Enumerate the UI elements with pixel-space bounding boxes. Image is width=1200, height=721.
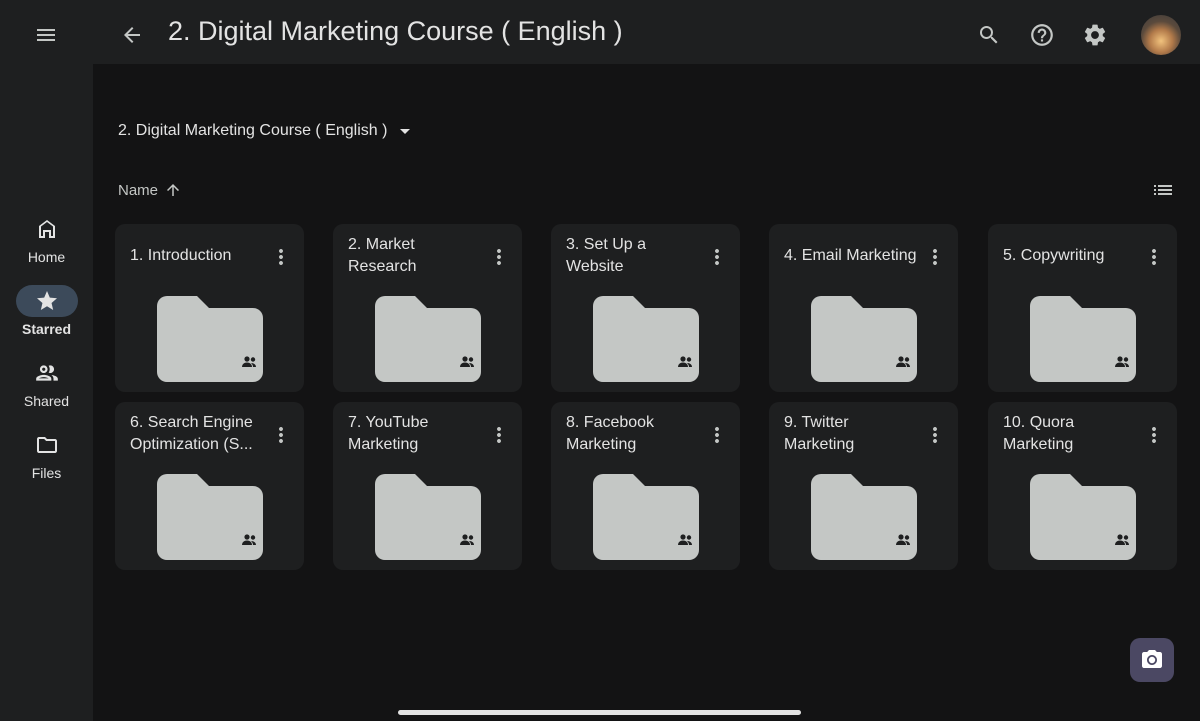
dropdown-arrow-icon — [400, 129, 411, 134]
more-vert-icon[interactable] — [702, 422, 732, 448]
settings-icon[interactable] — [1075, 15, 1115, 55]
folder-name-wrap: 6. Search Engine Optimization (S... — [130, 412, 265, 456]
more-vert-icon[interactable] — [484, 244, 514, 270]
page-title: 2. Digital Marketing Course ( English ) — [168, 16, 623, 46]
folder-name: 1. Introduction — [130, 247, 232, 264]
folder-name-wrap: 7. YouTube Marketing — [348, 412, 483, 456]
folder-card[interactable]: 9. Twitter Marketing — [769, 402, 958, 570]
folder-name-wrap: 2. Market Research — [348, 234, 483, 278]
star-icon — [15, 285, 78, 317]
camera-icon — [1142, 650, 1162, 668]
more-vert-icon[interactable] — [920, 422, 950, 448]
folder-name: 6. Search Engine Optimization (S... — [130, 414, 253, 453]
shared-folder-icon — [811, 296, 917, 382]
more-vert-icon[interactable] — [702, 244, 732, 270]
folder-card[interactable]: 3. Set Up a Website — [551, 224, 740, 392]
folder-card[interactable]: 7. YouTube Marketing — [333, 402, 522, 570]
sidebar-item-label: Home — [27, 249, 66, 265]
more-vert-icon[interactable] — [484, 422, 514, 448]
folder-name-wrap: 1. Introduction — [130, 234, 265, 278]
gesture-bar[interactable] — [398, 710, 801, 715]
search-icon[interactable] — [969, 15, 1009, 55]
folder-card[interactable]: 6. Search Engine Optimization (S... — [115, 402, 304, 570]
main-content: 2. Digital Marketing Course ( English ) … — [93, 64, 1200, 721]
folder-card[interactable]: 4. Email Marketing — [769, 224, 958, 392]
folder-name-wrap: 9. Twitter Marketing — [784, 412, 919, 456]
sort-by-name-button[interactable]: Name — [118, 181, 182, 199]
breadcrumb-label: 2. Digital Marketing Course ( English ) — [118, 122, 388, 139]
sidebar-item-shared[interactable]: Shared — [0, 357, 93, 409]
folder-name: 7. YouTube Marketing — [348, 414, 429, 453]
shared-folder-icon — [157, 474, 263, 560]
folder-card[interactable]: 8. Facebook Marketing — [551, 402, 740, 570]
more-vert-icon[interactable] — [266, 244, 296, 270]
folder-name: 10. Quora Marketing — [1003, 414, 1075, 453]
sidebar-item-label: Starred — [21, 321, 72, 337]
list-view-icon[interactable] — [1151, 178, 1175, 207]
folder-icon — [16, 429, 78, 461]
shared-folder-icon — [1030, 474, 1136, 560]
folder-name-wrap: 4. Email Marketing — [784, 234, 919, 278]
menu-icon[interactable] — [26, 15, 66, 55]
sidebar-item-label: Shared — [23, 393, 70, 409]
folder-name: 3. Set Up a Website — [566, 236, 647, 275]
people-icon — [16, 357, 78, 389]
back-arrow-icon[interactable] — [112, 15, 152, 55]
folder-grid: 1. Introduction 2. Market Research 3. Se… — [115, 224, 1183, 570]
folder-name-wrap: 10. Quora Marketing — [1003, 412, 1138, 456]
folder-card[interactable]: 2. Market Research — [333, 224, 522, 392]
top-app-bar: 2. Digital Marketing Course ( English ) — [0, 0, 1200, 64]
shared-folder-icon — [593, 474, 699, 560]
shared-folder-icon — [375, 474, 481, 560]
help-icon[interactable] — [1022, 15, 1062, 55]
shared-folder-icon — [811, 474, 917, 560]
folder-name: 9. Twitter Marketing — [784, 414, 855, 453]
more-vert-icon[interactable] — [1139, 422, 1169, 448]
more-vert-icon[interactable] — [1139, 244, 1169, 270]
sidebar-item-files[interactable]: Files — [0, 429, 93, 481]
folder-name: 2. Market Research — [348, 236, 417, 275]
home-icon — [16, 213, 78, 245]
more-vert-icon[interactable] — [920, 244, 950, 270]
shared-folder-icon — [1030, 296, 1136, 382]
folder-name-wrap: 8. Facebook Marketing — [566, 412, 701, 456]
folder-name-wrap: 5. Copywriting — [1003, 234, 1138, 278]
avatar[interactable] — [1141, 15, 1181, 55]
screenshot-button[interactable] — [1130, 638, 1174, 682]
sidebar-item-starred[interactable]: Starred — [0, 285, 93, 337]
folder-card[interactable]: 1. Introduction — [115, 224, 304, 392]
sort-label: Name — [118, 181, 159, 199]
shared-folder-icon — [375, 296, 481, 382]
folder-name: 5. Copywriting — [1003, 247, 1105, 264]
arrow-up-icon — [167, 184, 180, 196]
folder-name-wrap: 3. Set Up a Website — [566, 234, 701, 278]
folder-name: 8. Facebook Marketing — [566, 414, 655, 453]
sidebar-item-home[interactable]: Home — [0, 213, 93, 265]
shared-folder-icon — [593, 296, 699, 382]
breadcrumb[interactable]: 2. Digital Marketing Course ( English ) — [118, 119, 417, 143]
navigation-rail: Home Starred Shared Files — [0, 64, 93, 721]
folder-card[interactable]: 10. Quora Marketing — [988, 402, 1177, 570]
folder-card[interactable]: 5. Copywriting — [988, 224, 1177, 392]
shared-folder-icon — [157, 296, 263, 382]
sidebar-item-label: Files — [31, 465, 62, 481]
folder-name: 4. Email Marketing — [784, 247, 917, 264]
more-vert-icon[interactable] — [266, 422, 296, 448]
